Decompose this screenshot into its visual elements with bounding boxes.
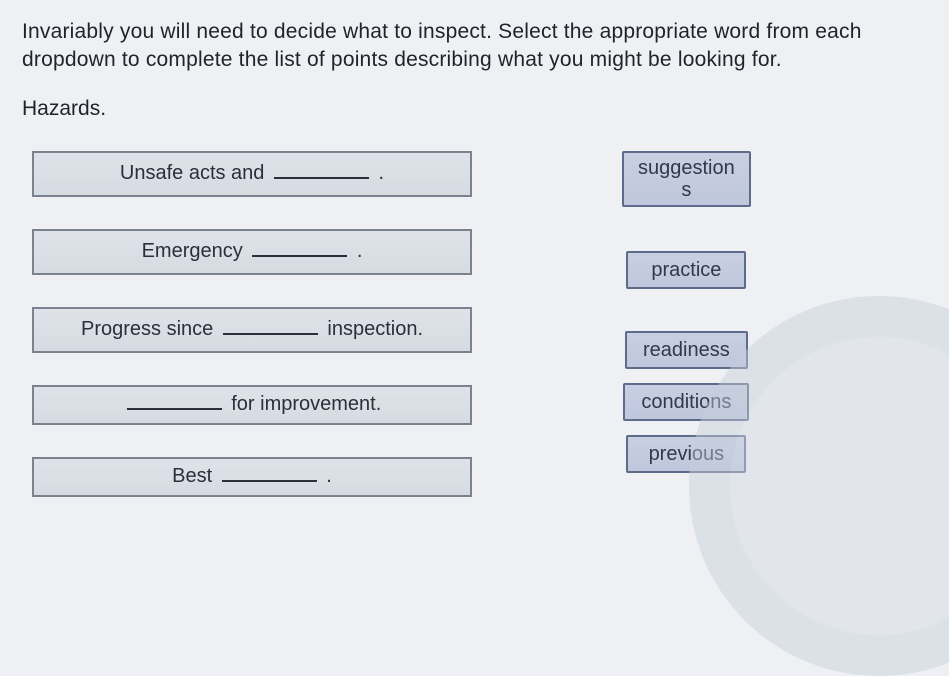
drop-targets-column: Unsafe acts and . Emergency . Progress s… <box>32 151 472 497</box>
slot-post-text: . <box>373 162 384 185</box>
slot-pre-text: Emergency <box>142 240 249 263</box>
word-chip[interactable]: practice <box>626 251 746 289</box>
instruction-text: Invariably you will need to decide what … <box>22 18 927 75</box>
drop-slot[interactable]: Best . <box>32 457 472 497</box>
subheading: Hazards. <box>22 97 927 121</box>
drop-slot[interactable]: Emergency . <box>32 229 472 275</box>
slot-pre-text: Progress since <box>81 318 219 341</box>
word-chip[interactable]: previous <box>626 435 746 473</box>
slot-pre-text: Best <box>172 465 218 488</box>
blank-line <box>222 471 317 482</box>
slot-post-text: . <box>321 465 332 488</box>
word-chip[interactable]: suggestions <box>622 151 751 207</box>
drop-slot[interactable]: Unsafe acts and . <box>32 151 472 197</box>
blank-line <box>127 399 222 410</box>
blank-line <box>274 168 369 179</box>
slot-pre-text: Unsafe acts and <box>120 162 270 185</box>
blank-line <box>223 324 318 335</box>
word-bank-column: suggestions practice readiness condition… <box>622 151 751 497</box>
word-chip[interactable]: conditions <box>623 383 749 421</box>
word-chip[interactable]: readiness <box>625 331 748 369</box>
drop-slot[interactable]: for improvement. <box>32 385 472 425</box>
slot-post-text: inspection. <box>322 318 423 341</box>
blank-line <box>252 246 347 257</box>
drop-slot[interactable]: Progress since inspection. <box>32 307 472 353</box>
slot-post-text: . <box>351 240 362 263</box>
slot-post-text: for improvement. <box>226 393 382 416</box>
exercise-area: Unsafe acts and . Emergency . Progress s… <box>22 151 927 497</box>
